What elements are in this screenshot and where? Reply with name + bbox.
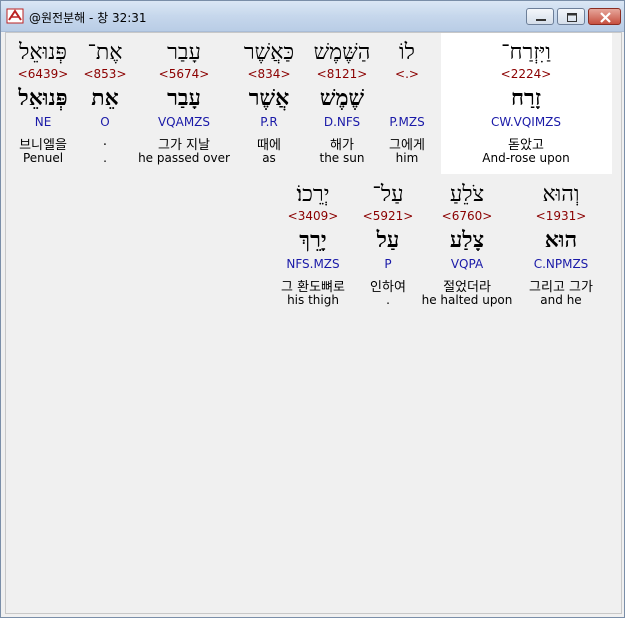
lemma-word: אֵת (91, 85, 119, 111)
english-gloss: and he (540, 293, 582, 307)
english-gloss: him (395, 151, 419, 165)
lemma-word: הוּא (544, 227, 578, 253)
hebrew-word: וְהוּא (542, 182, 580, 207)
close-icon (600, 12, 611, 23)
hebrew-word: כַּאֲשֶׁר (243, 40, 295, 65)
hebrew-word: הַשֶּׁמֶשׁ (313, 40, 371, 65)
lemma-word: פְּנוּאֵל (18, 85, 68, 111)
minimize-icon (536, 19, 546, 21)
english-gloss: he halted upon (421, 293, 513, 307)
strong-number[interactable]: <8121> (302, 67, 382, 81)
english-gloss: And-rose upon (482, 151, 570, 165)
lemma-word: עַל (376, 227, 400, 253)
hebrew-word: פְּנוּאֵל (19, 40, 67, 65)
title-bar[interactable]: @원전분해 - 창 32:31 (1, 1, 624, 32)
parsing-code: P.MZS (389, 115, 425, 129)
lemma-word: אֲשֶׁר (248, 85, 290, 111)
english-gloss: Penuel (22, 151, 64, 165)
strong-number[interactable]: <834> (229, 67, 309, 81)
english-gloss: he passed over (138, 151, 230, 165)
english-gloss: his thigh (287, 293, 339, 307)
strong-number[interactable]: <5921> (353, 209, 423, 223)
hebrew-word: אֶת־ (87, 40, 123, 65)
app-window: @원전분해 - 창 32:31 וַיִּזְרַח־ <2224> זָרַח… (0, 0, 625, 618)
lemma-word: זָרַח (511, 85, 541, 111)
korean-gloss: . (102, 134, 108, 149)
parsing-code: VQPA (450, 257, 484, 271)
strong-number[interactable]: <6439> (8, 67, 78, 81)
english-gloss: the sun (319, 151, 365, 165)
english-gloss: . (103, 151, 107, 165)
strong-number[interactable]: <1931> (511, 209, 611, 223)
english-gloss: as (262, 151, 276, 165)
maximize-icon (567, 13, 577, 22)
parsing-code: D.NFS (323, 115, 361, 129)
parsing-code: NFS.MZS (286, 257, 340, 271)
strong-number[interactable]: <.> (377, 67, 437, 81)
lemma-word: יָרֵךְ (299, 227, 327, 253)
parsing-code: P.R (260, 115, 278, 129)
parsing-code: C.NPMZS (533, 257, 589, 271)
strong-number[interactable]: <2224> (476, 67, 576, 81)
app-logo-icon (6, 8, 24, 24)
strong-number[interactable]: <5674> (134, 67, 234, 81)
close-button[interactable] (588, 8, 621, 25)
strong-number[interactable]: <3409> (268, 209, 358, 223)
hebrew-word: יְרֵכוֹ׃ (296, 182, 330, 207)
minimize-button[interactable] (526, 8, 554, 25)
hebrew-word: צֹלֵעַ (449, 182, 485, 207)
parsing-code: O (100, 115, 110, 129)
parsing-code: VQAMZS (157, 115, 211, 129)
interlinear-panel: וַיִּזְרַח־ <2224> זָרַח CW.VQIMZS 돋았고 A… (5, 32, 622, 614)
maximize-button[interactable] (557, 8, 585, 25)
english-gloss: . (386, 293, 390, 307)
parsing-code: NE (34, 115, 52, 129)
lemma-word: שֶׁמֶשׁ (319, 85, 365, 111)
hebrew-word: וַיִּזְרַח־ (501, 40, 551, 65)
strong-number[interactable]: <853> (80, 67, 130, 81)
hebrew-word: לוֹ (399, 40, 415, 65)
lemma-word: עָבַר (167, 85, 201, 111)
parsing-code: CW.VQIMZS (490, 115, 562, 129)
hebrew-word: עָבַר (167, 40, 201, 65)
lemma-word: צָלַע (449, 227, 485, 253)
window-title: @원전분해 - 창 32:31 (29, 11, 147, 25)
strong-number[interactable]: <6760> (417, 209, 517, 223)
parsing-code: P (384, 257, 392, 271)
hebrew-word: עַל־ (372, 182, 404, 207)
